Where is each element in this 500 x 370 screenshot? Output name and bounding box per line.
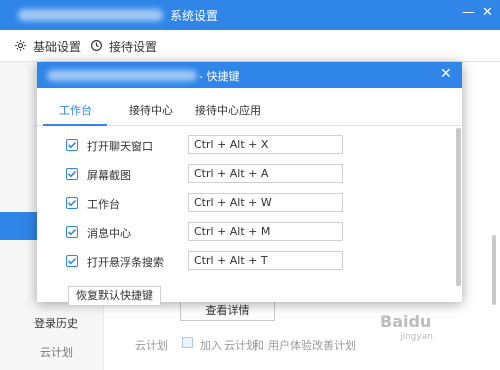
top-nav: 基础设置 接待设置 (0, 30, 500, 62)
shortcut-label: 打开聊天窗口 (87, 140, 153, 153)
blurred-dialog-account (47, 70, 197, 81)
window-title: 系统设置 (170, 9, 219, 23)
user-experience-plan-link[interactable]: 用户体验改善计划 (268, 337, 356, 353)
view-details-button[interactable]: 查看详情 (180, 301, 275, 321)
blurred-account-name (18, 9, 163, 21)
shortcut-row: 打开悬浮条搜索 Ctrl + Alt + T (37, 248, 462, 277)
window-titlebar: 系统设置 — ✕ (0, 0, 500, 30)
cloud-join-text: 加入 (200, 339, 222, 352)
shortcut-key-field[interactable]: Ctrl + Alt + T (188, 251, 343, 270)
dialog-header: - 快捷键 ✕ (37, 62, 462, 88)
sidebar-item-cloud-plan[interactable]: 云计划 (40, 344, 73, 360)
shortcut-checkbox[interactable] (66, 139, 78, 151)
dialog-scrollbar[interactable] (456, 128, 461, 286)
cloud-and-text: 和 (253, 339, 264, 352)
cloud-plan-checkbox[interactable] (182, 337, 193, 348)
shortcut-dialog: - 快捷键 ✕ 工作台 接待中心 接待中心应用 打开聊天窗口 Ctrl + Al… (37, 62, 462, 306)
cloud-plan-label: 云计划 (135, 339, 168, 352)
dialog-close-button[interactable]: ✕ (440, 66, 452, 82)
shortcut-label: 消息中心 (87, 227, 131, 240)
window-close-button[interactable]: ✕ (482, 5, 493, 20)
watermark-text: Baidu (380, 312, 432, 331)
shortcut-key-field[interactable]: Ctrl + Alt + M (188, 222, 343, 241)
shortcut-checkbox[interactable] (66, 255, 78, 267)
shortcut-row: 消息中心 Ctrl + Alt + M (37, 219, 462, 248)
shortcut-label: 屏幕截图 (87, 169, 131, 182)
dialog-tabs: 工作台 接待中心 接待中心应用 (37, 88, 462, 126)
shortcut-checkbox[interactable] (66, 168, 78, 180)
tab-basic-settings-label: 基础设置 (33, 40, 82, 54)
sidebar-item-login-history[interactable]: 登录历史 (34, 315, 78, 331)
dialog-title: - 快捷键 (199, 70, 240, 83)
tab-reception-center[interactable]: 接待中心 (129, 102, 173, 118)
watermark-subtext: jingyan (400, 332, 433, 342)
shortcut-row: 打开聊天窗口 Ctrl + Alt + X (37, 132, 462, 161)
shortcut-label: 工作台 (87, 198, 120, 211)
clock-icon (90, 39, 109, 55)
minimize-button[interactable]: — (462, 5, 475, 20)
tab-basic-settings[interactable]: 基础设置 (14, 38, 81, 55)
shortcut-key-field[interactable]: Ctrl + Alt + X (188, 135, 343, 154)
main-scrollbar[interactable] (492, 235, 496, 305)
shortcut-checkbox[interactable] (66, 197, 78, 209)
restore-default-shortcuts-button[interactable]: 恢复默认快捷键 (68, 286, 161, 306)
shortcut-row: 工作台 Ctrl + Alt + W (37, 190, 462, 219)
tab-workbench[interactable]: 工作台 (59, 102, 92, 118)
shortcut-key-field[interactable]: Ctrl + Alt + W (188, 193, 343, 212)
tab-reception-center-apps[interactable]: 接待中心应用 (195, 102, 261, 118)
shortcut-list: 打开聊天窗口 Ctrl + Alt + X 屏幕截图 Ctrl + Alt + … (37, 126, 462, 276)
shortcut-row: 屏幕截图 Ctrl + Alt + A (37, 161, 462, 190)
shortcut-key-field[interactable]: Ctrl + Alt + A (188, 164, 343, 183)
shortcut-checkbox[interactable] (66, 226, 78, 238)
watermark-logo: Baidu jingyan (380, 312, 433, 342)
tab-reception-settings-label: 接待设置 (109, 40, 158, 54)
gear-icon (14, 39, 33, 55)
tab-reception-settings[interactable]: 接待设置 (90, 38, 157, 55)
shortcut-label: 打开悬浮条搜索 (87, 256, 164, 269)
